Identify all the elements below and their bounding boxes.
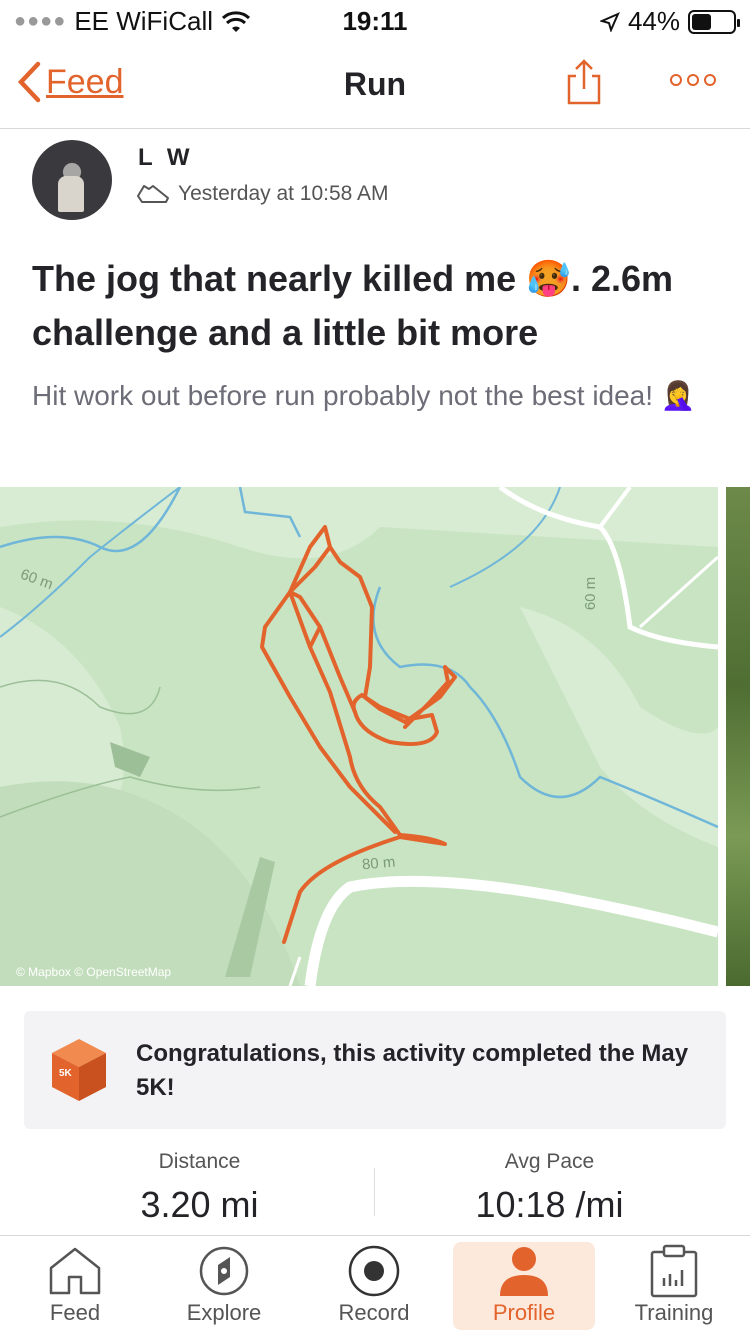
activity-description: Hit work out before run probably not the… bbox=[32, 380, 696, 411]
route-map[interactable]: 60 m 60 m 80 m © Mapbox © OpenStreetMap bbox=[0, 487, 718, 986]
map-attribution[interactable]: © Mapbox © OpenStreetMap bbox=[16, 965, 171, 979]
stat-avg-pace: Avg Pace 10:18 /mi bbox=[362, 1150, 737, 1226]
tab-label: Record bbox=[338, 1300, 410, 1325]
home-icon bbox=[49, 1247, 101, 1295]
badge-label: 5K bbox=[59, 1068, 73, 1079]
tab-feed[interactable]: Feed bbox=[4, 1242, 146, 1330]
share-icon bbox=[567, 59, 601, 105]
stat-value: 10:18 /mi bbox=[475, 1184, 624, 1225]
battery-icon bbox=[688, 9, 740, 34]
tab-label: Feed bbox=[49, 1300, 101, 1325]
map-canvas bbox=[0, 487, 718, 986]
tab-bar: Feed Explore Record Profile Training bbox=[0, 1235, 750, 1334]
stat-value: 3.20 mi bbox=[140, 1184, 259, 1225]
status-bar: ●●●● EE WiFiCall 19:11 44% bbox=[0, 0, 750, 44]
tab-label: Explore bbox=[186, 1300, 262, 1325]
record-icon bbox=[348, 1245, 400, 1297]
contour-label: 80 m bbox=[361, 853, 397, 874]
activity-photo-thumbnail[interactable] bbox=[726, 487, 750, 986]
tab-record[interactable]: Record bbox=[303, 1242, 445, 1330]
activity-title: The jog that nearly killed me 🥵. 2.6m ch… bbox=[32, 258, 674, 353]
tab-label: Profile bbox=[492, 1300, 556, 1325]
stats-row: Distance 3.20 mi Avg Pace 10:18 /mi bbox=[0, 1150, 750, 1230]
profile-icon bbox=[500, 1247, 548, 1296]
share-button[interactable] bbox=[562, 58, 606, 111]
achievement-text: Congratulations, this activity completed… bbox=[136, 1040, 689, 1101]
navigation-bar: Feed Run bbox=[0, 44, 750, 129]
tab-training[interactable]: Training bbox=[603, 1242, 745, 1330]
compass-icon bbox=[199, 1246, 249, 1296]
avatar[interactable] bbox=[32, 140, 112, 220]
more-options-button[interactable] bbox=[670, 74, 716, 86]
location-arrow-icon bbox=[599, 11, 620, 32]
tab-label: Training bbox=[634, 1300, 714, 1325]
activity-timestamp: Yesterday at 10:58 AM bbox=[178, 182, 389, 205]
athlete-name[interactable]: L W bbox=[138, 144, 194, 172]
stat-label: Avg Pace bbox=[504, 1150, 595, 1173]
activity-header: L W Yesterday at 10:58 AM bbox=[32, 140, 722, 230]
challenge-badge-icon: 5K bbox=[52, 1039, 106, 1101]
achievement-card[interactable]: 5K Congratulations, this activity comple… bbox=[24, 1011, 726, 1129]
stat-distance: Distance 3.20 mi bbox=[12, 1150, 387, 1226]
calendar-chart-icon bbox=[650, 1244, 698, 1298]
stat-label: Distance bbox=[158, 1150, 241, 1173]
page-title: Run bbox=[343, 66, 407, 102]
tab-explore[interactable]: Explore bbox=[153, 1242, 295, 1330]
shoe-icon bbox=[137, 185, 169, 203]
contour-label: 60 m bbox=[582, 576, 600, 611]
battery-percent: 44% bbox=[627, 6, 680, 36]
tab-profile[interactable]: Profile bbox=[453, 1242, 595, 1330]
